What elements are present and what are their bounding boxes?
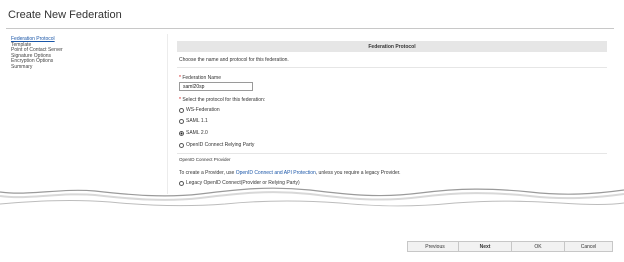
- info-text-end: , unless you require a legacy Provider.: [315, 170, 401, 176]
- oidc-info-text: To create a Provider, use OpenID Connect…: [179, 170, 401, 176]
- required-marker: *: [179, 75, 181, 81]
- federation-name-input[interactable]: [179, 82, 253, 91]
- radio-label: SAML 2.0: [186, 130, 208, 136]
- divider: [177, 153, 607, 154]
- oidc-provider-heading: OpenID Connect Provider: [179, 157, 231, 162]
- protocol-label-text: Select the protocol for this federation:: [182, 97, 266, 103]
- radio-saml-2-0[interactable]: SAML 2.0: [179, 130, 208, 136]
- ok-button[interactable]: OK: [511, 241, 565, 252]
- title-divider: [6, 28, 614, 29]
- radio-label: SAML 1.1: [186, 118, 208, 124]
- nav-item-summary: Summary: [11, 63, 33, 70]
- federation-name-label: * Federation Name: [179, 75, 221, 81]
- protocol-label: * Select the protocol for this federatio…: [179, 97, 265, 103]
- radio-label: OpenID Connect Relying Party: [186, 142, 255, 148]
- oidc-api-protection-link[interactable]: OpenID Connect and API Protection: [236, 170, 316, 176]
- federation-name-label-text: Federation Name: [182, 75, 221, 81]
- panel-divider: [167, 34, 168, 194]
- wizard-steps-nav: Federation Protocol Template Point of Co…: [11, 36, 63, 71]
- divider: [177, 67, 607, 68]
- radio-saml-1-1[interactable]: SAML 1.1: [179, 118, 208, 124]
- radio-button[interactable]: [179, 118, 184, 124]
- radio-button[interactable]: [179, 142, 184, 148]
- next-button[interactable]: Next: [458, 241, 512, 252]
- section-description: Choose the name and protocol for this fe…: [179, 57, 289, 63]
- radio-ws-federation[interactable]: WS-Federation: [179, 107, 220, 113]
- section-title: Federation Protocol: [368, 43, 416, 50]
- page-title: Create New Federation: [8, 9, 122, 21]
- previous-button[interactable]: Previous: [407, 241, 463, 252]
- radio-button-selected[interactable]: [179, 130, 184, 136]
- cancel-button[interactable]: Cancel: [564, 241, 613, 252]
- torn-edge-divider: [0, 187, 624, 222]
- radio-openid-connect-rp[interactable]: OpenID Connect Relying Party: [179, 142, 254, 148]
- radio-label: WS-Federation: [186, 107, 220, 113]
- section-header: Federation Protocol: [177, 41, 607, 52]
- info-text-start: To create a Provider, use: [179, 170, 236, 176]
- radio-button[interactable]: [179, 107, 184, 113]
- required-marker: *: [179, 97, 181, 103]
